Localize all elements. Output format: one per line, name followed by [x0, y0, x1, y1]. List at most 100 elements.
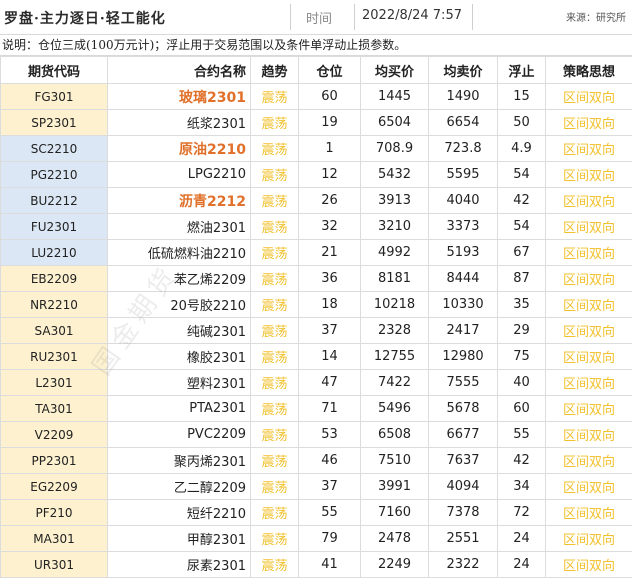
- cell-code: L2301: [1, 370, 108, 396]
- cell-float-stop: 87: [498, 266, 546, 292]
- cell-float-stop: 67: [498, 240, 546, 266]
- cell-trend: 震荡: [251, 188, 299, 214]
- col-header-float-stop: 浮止: [498, 57, 546, 84]
- table-row: V2209PVC2209震荡536508667755区间双向: [1, 422, 632, 448]
- cell-trend: 震荡: [251, 136, 299, 162]
- cell-float-stop: 60: [498, 396, 546, 422]
- cell-code: PP2301: [1, 448, 108, 474]
- cell-avg-buy: 7510: [361, 448, 429, 474]
- cell-trend: 震荡: [251, 500, 299, 526]
- table-row: NR221020号胶2210震荡18102181033035区间双向: [1, 292, 632, 318]
- cell-name: LPG2210: [108, 162, 251, 188]
- cell-position: 37: [299, 318, 361, 344]
- cell-strategy: 区间双向: [546, 266, 632, 292]
- cell-position: 18: [299, 292, 361, 318]
- cell-float-stop: 50: [498, 110, 546, 136]
- cell-float-stop: 29: [498, 318, 546, 344]
- cell-strategy: 区间双向: [546, 214, 632, 240]
- cell-code: FU2301: [1, 214, 108, 240]
- col-header-name: 合约名称: [108, 57, 251, 84]
- cell-float-stop: 15: [498, 84, 546, 110]
- cell-trend: 震荡: [251, 344, 299, 370]
- table-row: FG301玻璃2301震荡601445149015区间双向: [1, 84, 632, 110]
- cell-name: 纸浆2301: [108, 110, 251, 136]
- cell-avg-sell: 7637: [429, 448, 498, 474]
- divider: [472, 4, 473, 30]
- cell-strategy: 区间双向: [546, 396, 632, 422]
- cell-code: FG301: [1, 84, 108, 110]
- cell-trend: 震荡: [251, 214, 299, 240]
- cell-name: 聚丙烯2301: [108, 448, 251, 474]
- col-header-code: 期货代码: [1, 57, 108, 84]
- cell-code: NR2210: [1, 292, 108, 318]
- cell-avg-sell: 10330: [429, 292, 498, 318]
- col-header-position: 仓位: [299, 57, 361, 84]
- cell-float-stop: 54: [498, 214, 546, 240]
- cell-strategy: 区间双向: [546, 344, 632, 370]
- cell-avg-sell: 2551: [429, 526, 498, 552]
- cell-float-stop: 34: [498, 474, 546, 500]
- source-label: 来源：研究所: [566, 9, 626, 24]
- cell-strategy: 区间双向: [546, 370, 632, 396]
- col-header-trend: 趋势: [251, 57, 299, 84]
- cell-strategy: 区间双向: [546, 240, 632, 266]
- cell-strategy: 区间双向: [546, 526, 632, 552]
- page-title: 罗盘·主力逐日·轻工能化: [4, 8, 166, 28]
- cell-code: BU2212: [1, 188, 108, 214]
- cell-avg-sell: 5193: [429, 240, 498, 266]
- cell-name: PTA2301: [108, 396, 251, 422]
- table-row: BU2212沥青2212震荡263913404042区间双向: [1, 188, 632, 214]
- cell-position: 53: [299, 422, 361, 448]
- cell-strategy: 区间双向: [546, 448, 632, 474]
- cell-name: PVC2209: [108, 422, 251, 448]
- cell-avg-sell: 5678: [429, 396, 498, 422]
- cell-avg-sell: 1490: [429, 84, 498, 110]
- table-row: LU2210低硫燃料油2210震荡214992519367区间双向: [1, 240, 632, 266]
- cell-code: PF210: [1, 500, 108, 526]
- cell-avg-sell: 723.8: [429, 136, 498, 162]
- cell-code: SA301: [1, 318, 108, 344]
- cell-float-stop: 55: [498, 422, 546, 448]
- cell-trend: 震荡: [251, 448, 299, 474]
- cell-position: 19: [299, 110, 361, 136]
- cell-name: 甲醇2301: [108, 526, 251, 552]
- table-row: UR301尿素2301震荡412249232224区间双向: [1, 552, 632, 578]
- cell-position: 55: [299, 500, 361, 526]
- cell-float-stop: 40: [498, 370, 546, 396]
- cell-avg-sell: 7378: [429, 500, 498, 526]
- cell-position: 60: [299, 84, 361, 110]
- cell-strategy: 区间双向: [546, 422, 632, 448]
- cell-trend: 震荡: [251, 526, 299, 552]
- table-row: RU2301橡胶2301震荡14127551298075区间双向: [1, 344, 632, 370]
- cell-position: 47: [299, 370, 361, 396]
- cell-strategy: 区间双向: [546, 318, 632, 344]
- cell-trend: 震荡: [251, 422, 299, 448]
- cell-name: 玻璃2301: [108, 84, 251, 110]
- cell-name: 燃油2301: [108, 214, 251, 240]
- table-row: TA301PTA2301震荡715496567860区间双向: [1, 396, 632, 422]
- cell-strategy: 区间双向: [546, 136, 632, 162]
- cell-position: 12: [299, 162, 361, 188]
- cell-strategy: 区间双向: [546, 84, 632, 110]
- cell-name: 苯乙烯2209: [108, 266, 251, 292]
- cell-name: 短纤2210: [108, 500, 251, 526]
- divider: [354, 4, 355, 30]
- cell-float-stop: 24: [498, 552, 546, 578]
- cell-code: UR301: [1, 552, 108, 578]
- cell-float-stop: 54: [498, 162, 546, 188]
- description-note: 说明：仓位三成(100万元计)；浮止用于交易范围以及条件单浮动止损参数。: [0, 35, 632, 56]
- cell-position: 21: [299, 240, 361, 266]
- cell-name: 塑料2301: [108, 370, 251, 396]
- page: 罗盘·主力逐日·轻工能化 时间 2022/8/24 7:57 来源：研究所 说明…: [0, 0, 632, 577]
- cell-trend: 震荡: [251, 370, 299, 396]
- cell-code: LU2210: [1, 240, 108, 266]
- cell-float-stop: 72: [498, 500, 546, 526]
- cell-avg-buy: 2249: [361, 552, 429, 578]
- cell-code: EB2209: [1, 266, 108, 292]
- cell-position: 79: [299, 526, 361, 552]
- cell-name: 尿素2301: [108, 552, 251, 578]
- cell-trend: 震荡: [251, 240, 299, 266]
- cell-avg-buy: 7160: [361, 500, 429, 526]
- cell-float-stop: 35: [498, 292, 546, 318]
- table-header-row: 期货代码 合约名称 趋势 仓位 均买价 均卖价 浮止 策略思想: [1, 57, 632, 84]
